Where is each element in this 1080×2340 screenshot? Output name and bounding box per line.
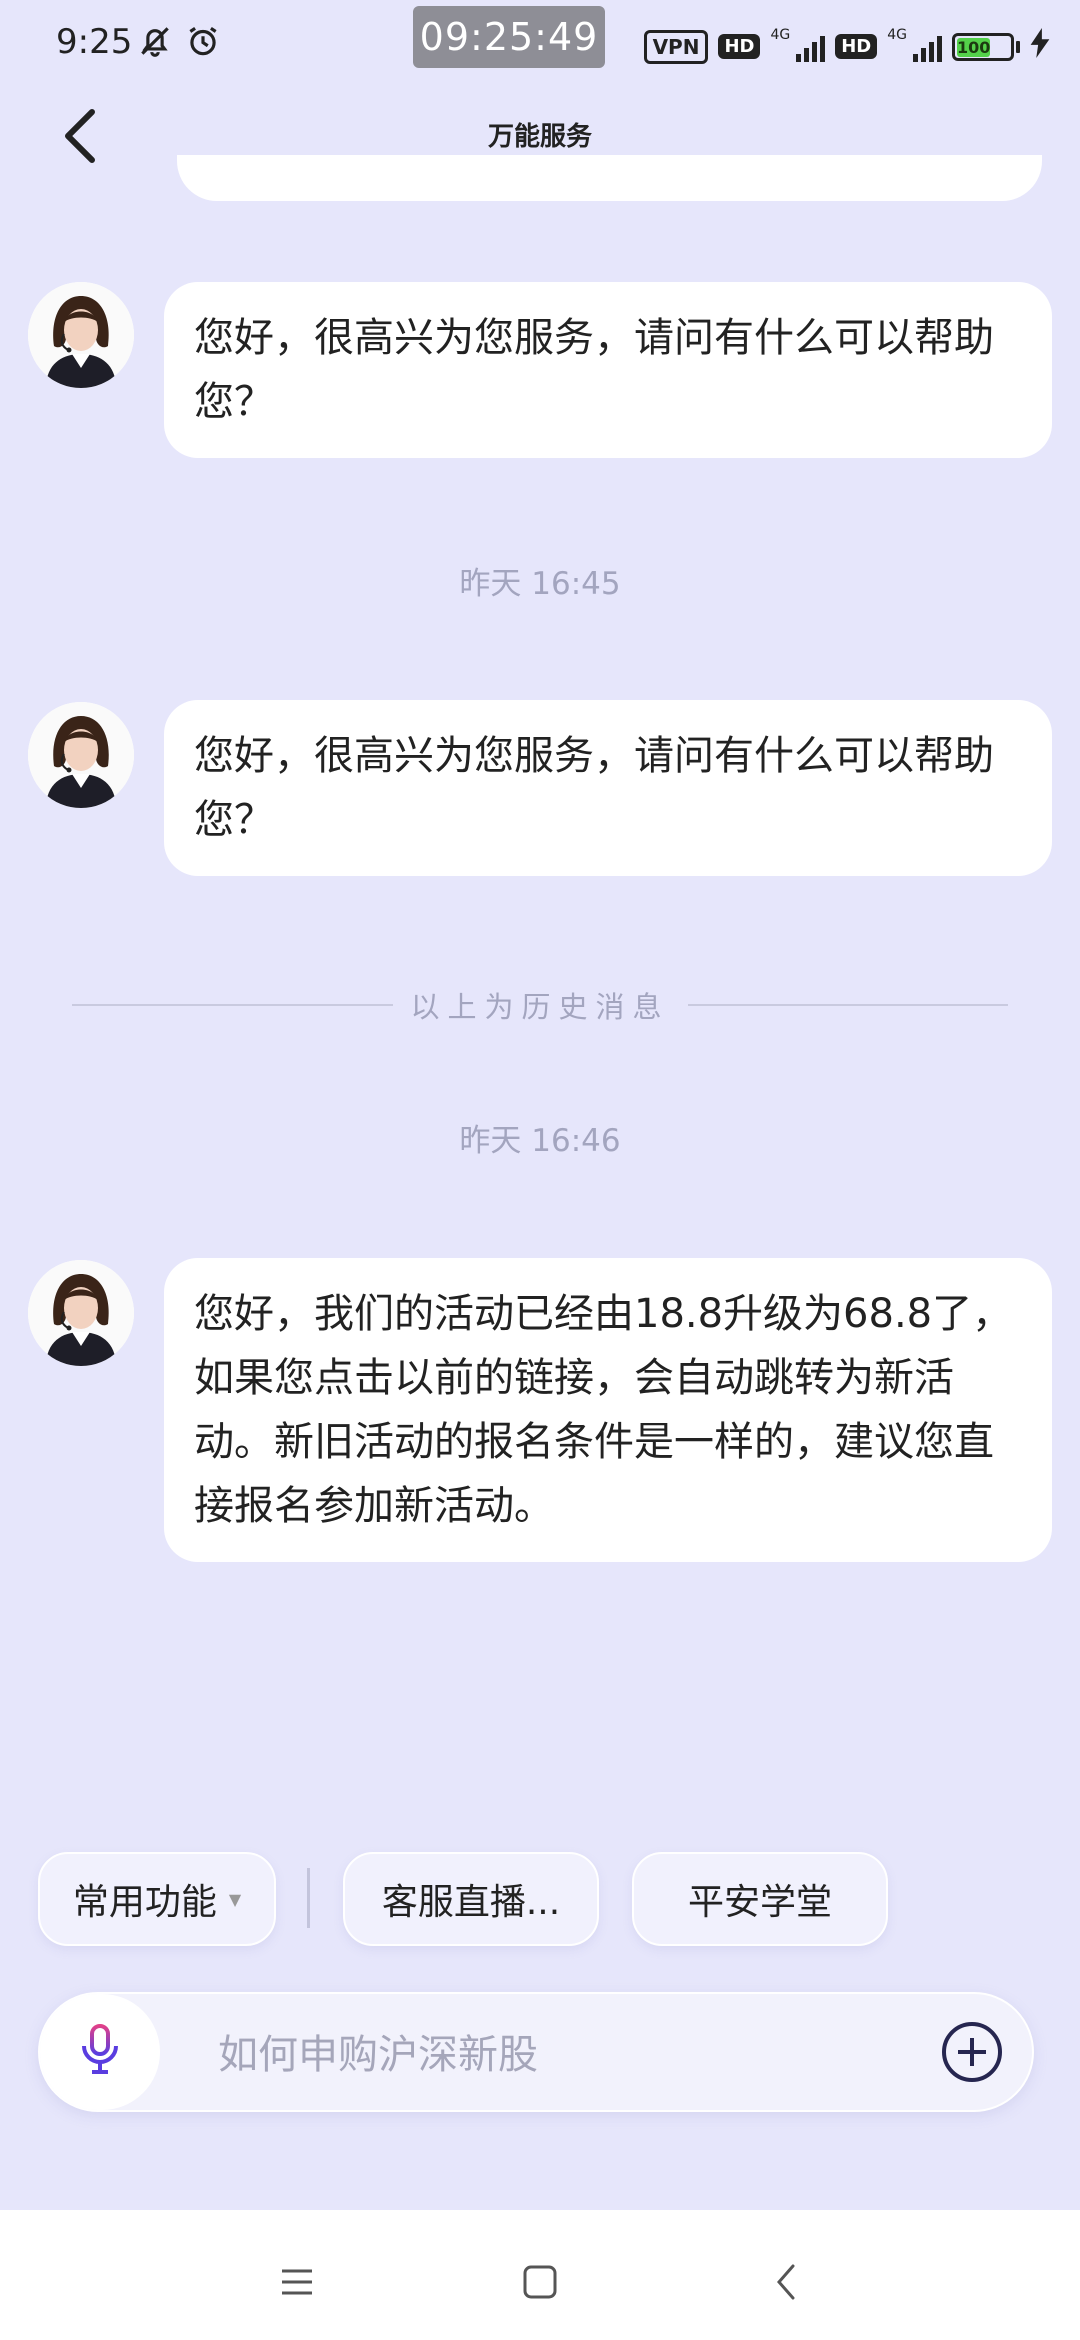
- nav-back-icon[interactable]: [756, 2252, 816, 2312]
- academy-button[interactable]: 平安学堂: [632, 1852, 888, 1946]
- common-functions-label: 常用功能: [72, 1882, 217, 1923]
- signal-icon-1: [796, 32, 826, 62]
- message-input[interactable]: 如何申购沪深新股: [218, 2022, 538, 2080]
- message-timestamp: 昨天 16:46: [459, 1123, 621, 1159]
- hd-indicator-1: HD: [718, 34, 761, 59]
- alarm-icon: [184, 22, 222, 69]
- signal-icon-2: [913, 32, 942, 62]
- agent-avatar: [28, 1260, 134, 1366]
- agent-avatar: [28, 702, 134, 808]
- message-timestamp: 昨天 16:45: [459, 566, 621, 602]
- microphone-icon: [80, 2024, 120, 2080]
- network-type-1: 4G: [770, 26, 791, 43]
- charging-icon: [1030, 28, 1050, 65]
- history-divider-label: 以上为历史消息: [410, 990, 670, 1024]
- bell-off-icon: [136, 22, 174, 69]
- page-title: 万能服务: [487, 122, 592, 152]
- hd-indicator-2: HD: [835, 34, 878, 59]
- message-bubble: 您好，很高兴为您服务，请问有什么可以帮助您？: [164, 700, 1052, 876]
- voice-input-button[interactable]: [40, 1994, 160, 2110]
- chat-input-bar: 如何申购沪深新股: [38, 1992, 1034, 2112]
- status-time: 9:25: [56, 22, 133, 62]
- battery-icon: 100: [952, 32, 1020, 61]
- agent-avatar: [28, 282, 134, 388]
- clock-overlay: 09:25:49: [413, 6, 605, 68]
- plus-circle-icon[interactable]: [940, 2020, 1004, 2084]
- system-nav-bar: [0, 2210, 1080, 2340]
- status-indicators: VPN HD 4G HD 4G 100: [643, 26, 1050, 65]
- history-divider: 以上为历史消息: [72, 985, 1009, 1025]
- home-square-icon[interactable]: [510, 2252, 570, 2312]
- battery-level: 100: [957, 37, 991, 57]
- vpn-indicator: VPN: [643, 29, 709, 64]
- message-bubble: 您好，我们的活动已经由18.8升级为68.8了，如果您点击以前的链接，会自动跳转…: [164, 1258, 1052, 1562]
- previous-message-bubble: [177, 155, 1042, 201]
- dropdown-caret-icon: ▼: [228, 1889, 242, 1909]
- network-type-2: 4G: [887, 26, 907, 43]
- message-bubble: 您好，很高兴为您服务，请问有什么可以帮助您？: [164, 282, 1052, 458]
- divider: [307, 1868, 310, 1928]
- quick-actions-bar: 常用功能 ▼ 客服直播... 平安学堂: [0, 1850, 1080, 1950]
- status-bar: 9:25 09:25:49 VPN HD 4G HD 4G 100: [0, 0, 1080, 96]
- live-service-button[interactable]: 客服直播...: [343, 1852, 599, 1946]
- menu-icon[interactable]: [267, 2252, 327, 2312]
- common-functions-button[interactable]: 常用功能 ▼: [38, 1852, 276, 1946]
